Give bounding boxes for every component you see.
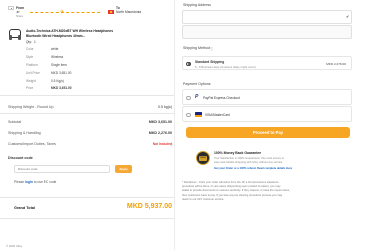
detail-label-style: Style (26, 55, 34, 59)
headphones-cup-right (18, 35, 21, 40)
shipping-address-box[interactable] (182, 10, 352, 24)
handling-value: MKD 2,276.00 (148, 131, 172, 135)
money-back-badge-icon: 100% (196, 151, 210, 165)
discount-code-input[interactable] (14, 165, 110, 173)
product-title-line2[interactable]: Bluetooth Wired Headphones 40mm... (26, 34, 85, 38)
guarantee-text2: easy and reliable shopping with Ubuy wit… (214, 161, 284, 164)
duties-label: Customs/Import Duties, Taxes (8, 142, 56, 146)
copyright: © 2025 Ubuy (6, 244, 23, 248)
detail-label-platform: Platform (26, 63, 38, 67)
shipment-route: From JP Store ✈ To North Macedonia (8, 4, 174, 24)
from-sub: Store (16, 14, 24, 18)
visa-card-icon (195, 111, 202, 117)
payment-options-title: Payment Options (183, 82, 211, 86)
standard-shipping-label: Standard Shipping (195, 59, 225, 64)
login-note: Please login to use EC code (14, 180, 56, 184)
airplane-icon: ✈ (60, 9, 65, 15)
standard-shipping-radio[interactable] (186, 61, 191, 67)
detail-label-color: Color (26, 47, 34, 51)
shipping-address-title: Shipping Address (183, 3, 211, 7)
proceed-to-pay-button[interactable]: Proceed to Pay (186, 127, 350, 138)
visa-label: VISA/MasterCard (205, 112, 230, 117)
standard-shipping-price: MKD 2,276.00 (326, 61, 346, 66)
disclaimer-line: reach to our 24/7 customer service. (182, 197, 225, 201)
detail-value-style: Wireless (51, 55, 64, 59)
standard-shipping-desc: 5 - 8 Business days (Customs delay might… (195, 64, 256, 69)
guarantee-title: 100% Money Back Guarantee (214, 151, 262, 155)
login-link[interactable]: login (25, 180, 33, 184)
grand-total-value: MKD 5,937.00 (126, 203, 172, 210)
to-flag (108, 10, 114, 14)
divider (0, 218, 174, 219)
to-name: North Macedonia (116, 10, 142, 14)
apply-button[interactable]: Apply (115, 165, 132, 173)
detail-label-unit-price: Unit Price (26, 71, 40, 75)
disclaimer: * Disclaimer - Once your order will arri… (182, 181, 352, 202)
edit-check-icon[interactable]: ✔ (346, 14, 349, 19)
weight-value: 0.5 kg(s) (158, 105, 172, 109)
paypal-radio[interactable] (186, 95, 191, 101)
column-separator (174, 0, 175, 250)
divider (0, 197, 174, 198)
shipping-method-title: Shipping Method (183, 46, 210, 50)
badge-text: 100% (199, 156, 207, 161)
subtotal-label: Subtotal (8, 120, 22, 124)
shipping-method-info-icon[interactable]: ⓘ (210, 46, 213, 51)
detail-value-color: white (51, 47, 59, 51)
weight-label: Shipping Weight - Round Up (8, 105, 54, 109)
shipping-address-detail (182, 25, 352, 39)
detail-value-weight: 0.5 Kg(s) (51, 79, 64, 83)
subtotal-value: MKD 3,651.00 (148, 120, 172, 124)
info-icon[interactable]: ⓘ (170, 142, 173, 147)
headphones-cup-left (9, 35, 12, 40)
guarantee-link[interactable]: Get your Order or a 100% refund. Read co… (214, 167, 292, 170)
payment-option-visa[interactable]: VISA/MasterCard (182, 106, 352, 122)
paypal-label: PayPal Express Checkout (203, 96, 240, 100)
login-suffix: to use EC code (33, 180, 57, 184)
product-title-line1[interactable]: Audio-Technica ATH-M20xBT WH Wireless He… (26, 29, 113, 33)
divider (0, 113, 174, 114)
detail-value-platform: Single item (51, 63, 67, 67)
qty-label: Qty: (26, 40, 32, 44)
detail-value-unit-price: MKD 3,651.00 (51, 71, 72, 75)
discount-label: Discount code (8, 156, 33, 160)
paypal-icon: P (195, 94, 199, 100)
guarantee-text1: Your Satisfaction is 100% Guaranteed. Us… (214, 157, 285, 160)
payment-option-paypal[interactable]: P PayPal Express Checkout (182, 89, 352, 105)
qty-value: 1 (34, 40, 36, 44)
handling-label: Shipping & Handling (8, 131, 41, 135)
divider (0, 95, 174, 96)
grand-total-label: Grand Total (14, 206, 36, 210)
route-line (30, 12, 100, 13)
shipping-option-standard[interactable]: Standard Shipping 5 - 8 Business days (C… (182, 56, 352, 70)
from-flag (8, 6, 14, 10)
detail-label-price: Price (26, 86, 34, 90)
detail-label-weight: Weight (26, 79, 36, 83)
detail-value-price: MKD 3,651.00 (51, 86, 72, 90)
visa-radio[interactable] (186, 112, 191, 118)
login-prefix: Please (14, 180, 25, 184)
